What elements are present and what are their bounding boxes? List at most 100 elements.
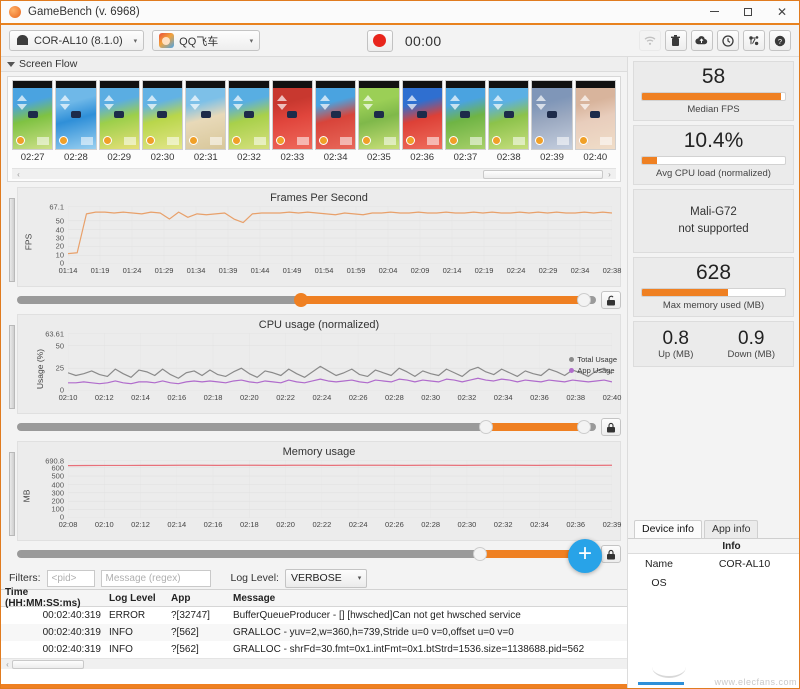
scroll-thumb[interactable] [12,660,84,669]
screen-flow-frame[interactable]: 02:27 [12,80,53,166]
frame-thumbnail[interactable] [488,80,529,150]
screen-flow-frame[interactable]: 02:37 [445,80,486,166]
message-filter-input[interactable]: Message (regex) [101,570,211,587]
network-down-value: 0.9 [714,329,790,349]
record-dot-icon [373,34,386,47]
frame-thumbnail[interactable] [445,80,486,150]
scroll-left-icon[interactable]: ‹ [3,660,12,669]
clock-icon[interactable] [717,30,739,51]
lock-icon[interactable] [601,418,621,436]
table-row[interactable]: 00:02:40:319INFO?[562]GRALLOC - shrFd=30… [1,641,627,658]
scroll-thumb[interactable] [483,170,603,179]
screen-flow-frame[interactable]: 02:32 [228,80,269,166]
frame-thumbnail[interactable] [358,80,399,150]
cell-level: INFO [105,644,167,655]
scroll-right-icon[interactable]: › [605,170,614,179]
x-axis-tick: 02:18 [204,393,223,402]
range-slider-low-handle[interactable] [294,293,308,307]
tab-device-info[interactable]: Device info [634,520,702,538]
metric-caption: Max memory used (MB) [641,300,786,311]
cloud-upload-icon[interactable] [691,30,713,51]
close-button[interactable]: ✕ [765,0,799,23]
log-level-select[interactable]: VERBOSE ▾ [285,569,367,588]
frame-thumbnail[interactable] [315,80,356,150]
screen-flow-frame[interactable]: 02:33 [272,80,313,166]
network-down-caption: Down (MB) [714,349,790,360]
frame-thumbnail[interactable] [185,80,226,150]
lock-icon[interactable] [601,545,621,563]
pid-filter-input[interactable]: <pid> [47,570,95,587]
x-axis-tick: 02:38 [566,393,585,402]
chart-drag-handle[interactable] [7,441,17,541]
frame-thumbnail[interactable] [272,80,313,150]
help-icon[interactable]: ? [769,30,791,51]
frame-vehicle [504,111,514,118]
screen-flow-frame[interactable]: 02:31 [185,80,226,166]
screen-flow-frame[interactable]: 02:28 [55,80,96,166]
unlock-icon[interactable] [601,291,621,309]
maximize-button[interactable] [731,0,765,23]
window-title: GameBench (v. 6968) [28,6,697,18]
device-selector[interactable]: COR-AL10 (8.1.0) ▾ [9,30,144,51]
cell-app: ?[562] [167,627,229,638]
chart-block: Frames Per SecondFPS67.15040302010001:14… [7,187,621,309]
frame-time-label: 02:29 [107,150,131,166]
table-row[interactable]: 00:02:40:319ERROR?[32747]BufferQueueProd… [1,607,627,624]
frame-status-bar [56,81,95,88]
chart-drag-handle[interactable] [7,314,17,414]
screen-flow-frame[interactable]: 02:36 [402,80,443,166]
settings-icon[interactable] [743,30,765,51]
chart-range-slider[interactable] [17,296,596,304]
frame-thumbnail[interactable] [575,80,616,150]
chart-plot: Usage (%)63.615025002:1002:1202:1402:160… [22,333,612,405]
chart-card: Frames Per SecondFPS67.15040302010001:14… [17,187,621,287]
screen-flow-frame[interactable]: 02:38 [488,80,529,166]
table-row[interactable]: 00:02:40:319INFO?[562]GRALLOC - yuv=2,w=… [1,624,627,641]
frame-thumbnail[interactable] [55,80,96,150]
range-slider-low-handle[interactable] [473,547,487,561]
range-slider-high-handle[interactable] [577,293,591,307]
screen-flow-header[interactable]: Screen Flow [1,57,627,72]
chart-range-slider[interactable] [17,550,596,558]
frame-dpad-icon [493,95,504,113]
scroll-left-icon[interactable]: ‹ [14,170,23,179]
range-slider-low-handle[interactable] [479,420,493,434]
tab-app-info[interactable]: App info [704,520,759,538]
x-axis-tick: 01:24 [123,266,142,275]
x-axis-tick: 02:22 [276,393,295,402]
screen-flow-frame[interactable]: 02:30 [142,80,183,166]
screen-flow-frame[interactable]: 02:34 [315,80,356,166]
cell-message: GRALLOC - yuv=2,w=360,h=739,Stride u=0 v… [229,627,627,638]
chevron-down-icon: ▾ [358,574,362,582]
screen-flow-frame[interactable]: 02:35 [358,80,399,166]
range-slider-high-handle[interactable] [577,420,591,434]
frame-thumbnail[interactable] [531,80,572,150]
column-time: Time (HH:MM:SS:ms) [1,587,105,609]
record-button[interactable] [367,30,393,52]
chart-drag-handle[interactable] [7,187,17,287]
screen-flow-scrollbar[interactable]: ‹ › [12,168,616,179]
screen-flow-frame[interactable]: 02:40 [575,80,616,166]
add-floating-button[interactable]: + [568,539,602,573]
minimize-button[interactable] [697,0,731,23]
log-table-header: Time (HH:MM:SS:ms) Log Level App Message [1,590,627,607]
screen-flow-frame[interactable]: 02:29 [99,80,140,166]
screen-flow-frame[interactable]: 02:39 [531,80,572,166]
frame-thumbnail[interactable] [228,80,269,150]
frame-status-bar [576,81,615,88]
log-horizontal-scrollbar[interactable]: ‹ [1,658,627,669]
frame-dpad-icon [104,95,115,113]
frame-thumbnail[interactable] [12,80,53,150]
frame-status-bar [229,81,268,88]
chart-canvas [68,333,612,391]
trash-icon[interactable] [665,30,687,51]
app-selector[interactable]: QQ飞车 ▾ [152,30,260,51]
watermark-arc [652,656,686,678]
frame-thumbnail[interactable] [142,80,183,150]
scroll-track[interactable] [23,170,605,179]
frame-thumbnail[interactable] [402,80,443,150]
wifi-icon[interactable] [639,30,661,51]
frame-thumbnail[interactable] [99,80,140,150]
x-axis-tick: 01:29 [155,266,174,275]
chart-range-slider[interactable] [17,423,596,431]
